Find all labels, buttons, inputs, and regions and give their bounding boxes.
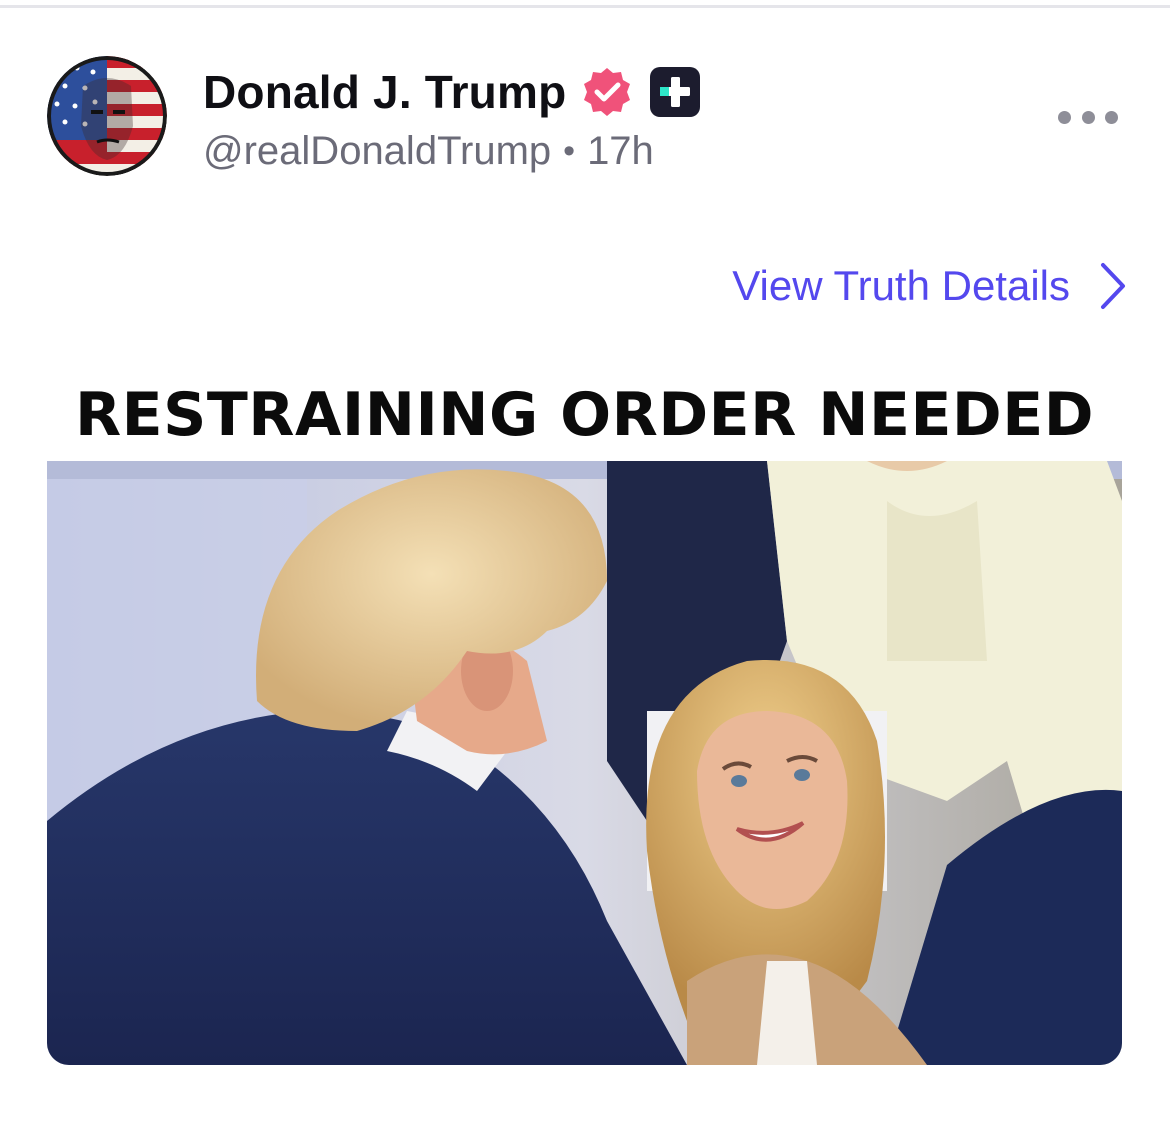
- avatar[interactable]: [47, 56, 167, 176]
- more-dot-icon: [1105, 110, 1118, 124]
- post-card: Donald J. Trump @realDonaldTrump • 17h V…: [0, 0, 1170, 1130]
- meme-caption: RESTRAINING ORDER NEEDED: [74, 380, 1095, 450]
- plus-badge-icon: [650, 67, 701, 117]
- separator-dot: •: [563, 131, 576, 170]
- author-display-name[interactable]: Donald J. Trump: [203, 65, 566, 119]
- author-handle[interactable]: @realDonaldTrump: [203, 129, 551, 174]
- author-name-row: Donald J. Trump: [203, 64, 702, 120]
- post-image[interactable]: [47, 461, 1122, 1065]
- view-truth-details-link[interactable]: View Truth Details: [732, 258, 1128, 314]
- author-handle-row: @realDonaldTrump • 17h: [203, 126, 654, 176]
- more-dot-icon: [1081, 110, 1095, 124]
- more-options-button[interactable]: [1058, 100, 1118, 134]
- verified-badge-icon: [584, 68, 631, 116]
- view-truth-details-label: View Truth Details: [732, 262, 1070, 309]
- more-dot-icon: [1058, 110, 1071, 124]
- post-timestamp[interactable]: 17h: [587, 129, 654, 174]
- top-divider: [0, 5, 1170, 8]
- chevron-right-icon: [1101, 263, 1125, 309]
